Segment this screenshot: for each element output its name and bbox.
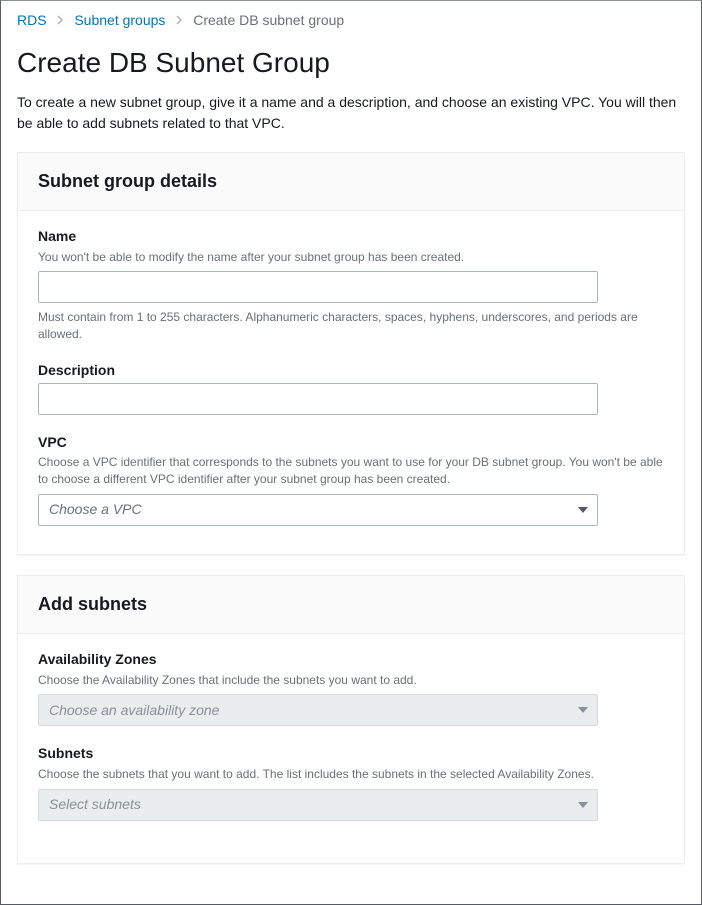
panel-subnet-group-details: Subnet group details Name You won't be a… <box>17 152 685 555</box>
field-vpc: VPC Choose a VPC identifier that corresp… <box>38 433 664 526</box>
az-label: Availability Zones <box>38 650 664 670</box>
subnets-label: Subnets <box>38 744 664 764</box>
subnets-select-placeholder: Select subnets <box>49 795 141 815</box>
chevron-right-icon <box>175 13 183 30</box>
field-name: Name You won't be able to modify the nam… <box>38 227 664 343</box>
page-description: To create a new subnet group, give it a … <box>17 92 685 134</box>
breadcrumb-rds[interactable]: RDS <box>17 12 47 28</box>
vpc-select-placeholder: Choose a VPC <box>49 500 142 520</box>
name-hint: Must contain from 1 to 255 characters. A… <box>38 309 664 343</box>
chevron-right-icon <box>56 13 64 30</box>
panel-title-details: Subnet group details <box>38 169 664 194</box>
name-input[interactable] <box>38 271 598 303</box>
description-input[interactable] <box>38 383 598 415</box>
vpc-select[interactable]: Choose a VPC <box>38 494 598 526</box>
breadcrumb-current: Create DB subnet group <box>193 12 344 28</box>
panel-title-subnets: Add subnets <box>38 592 664 617</box>
az-help: Choose the Availability Zones that inclu… <box>38 672 664 689</box>
breadcrumb-subnet-groups[interactable]: Subnet groups <box>74 12 165 28</box>
field-availability-zones: Availability Zones Choose the Availabili… <box>38 650 664 726</box>
breadcrumb: RDS Subnet groups Create DB subnet group <box>17 1 685 39</box>
page-title: Create DB Subnet Group <box>17 43 685 82</box>
vpc-label: VPC <box>38 433 664 453</box>
subnets-help: Choose the subnets that you want to add.… <box>38 766 664 783</box>
name-help: You won't be able to modify the name aft… <box>38 249 664 266</box>
field-description: Description <box>38 361 664 415</box>
vpc-help: Choose a VPC identifier that corresponds… <box>38 454 664 488</box>
subnets-select[interactable]: Select subnets <box>38 789 598 821</box>
az-select-placeholder: Choose an availability zone <box>49 701 219 721</box>
field-subnets: Subnets Choose the subnets that you want… <box>38 744 664 820</box>
panel-add-subnets: Add subnets Availability Zones Choose th… <box>17 575 685 864</box>
name-label: Name <box>38 227 664 247</box>
description-label: Description <box>38 361 664 381</box>
az-select[interactable]: Choose an availability zone <box>38 694 598 726</box>
